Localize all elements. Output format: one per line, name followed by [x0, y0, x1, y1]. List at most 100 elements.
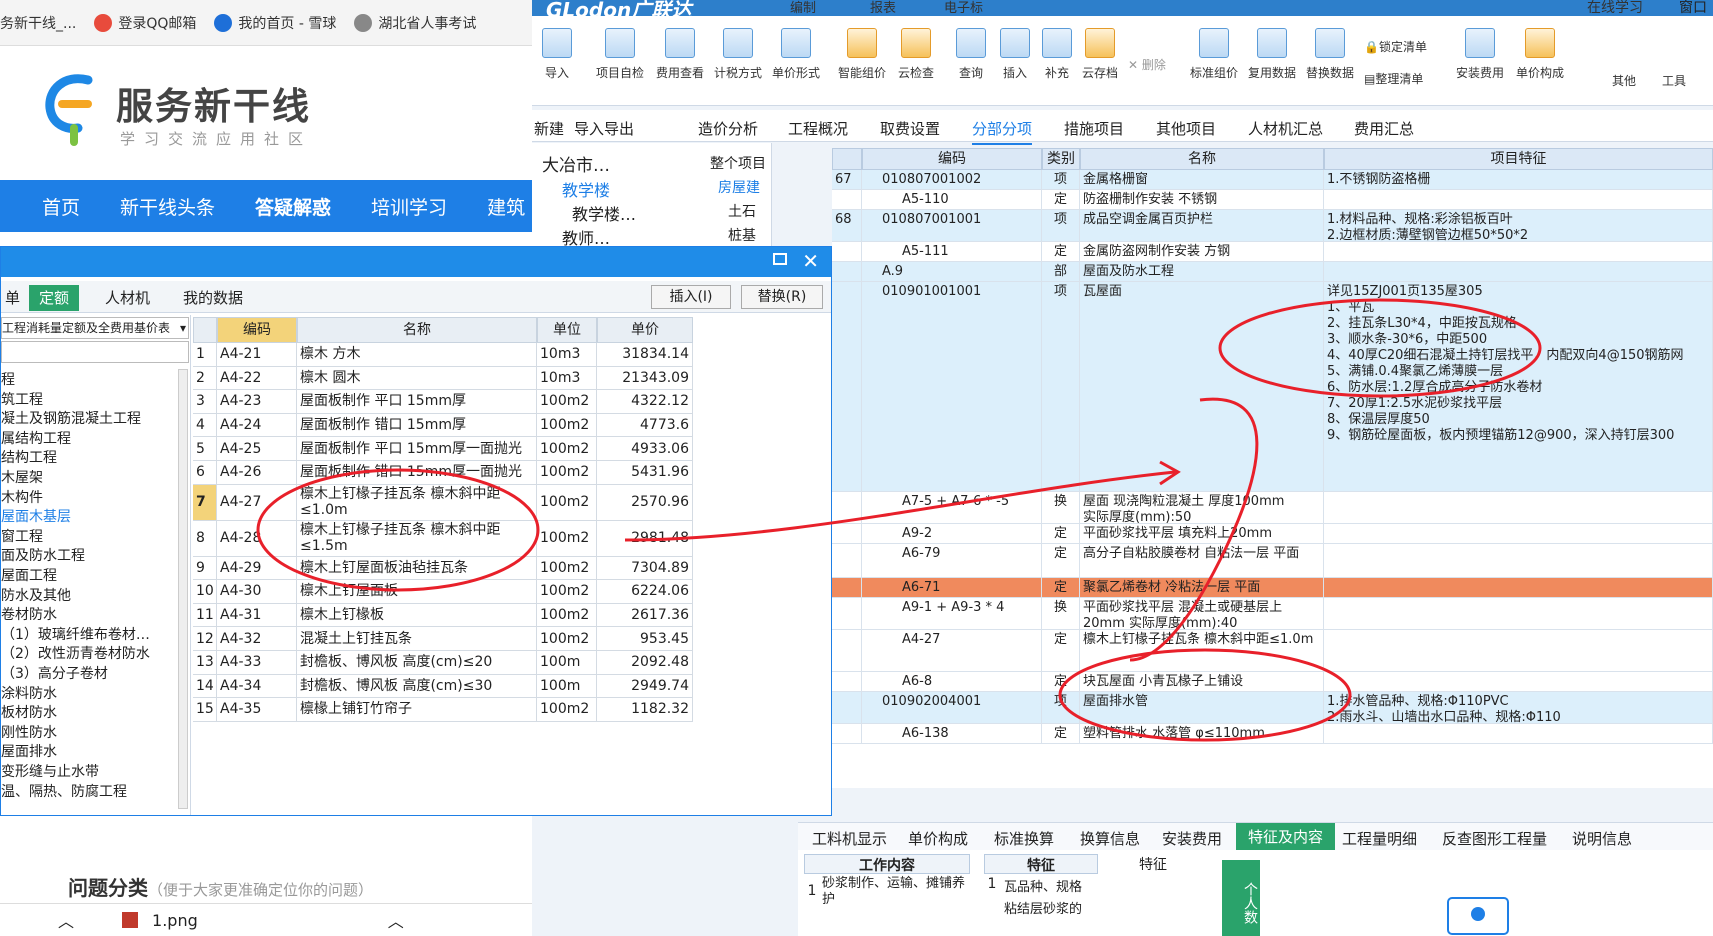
row-number[interactable]: 14: [193, 674, 217, 698]
chapter-item[interactable]: 屋面排水: [1, 741, 57, 761]
name-cell[interactable]: 封檐板、博风板 高度(cm)≤30: [297, 674, 537, 698]
table-row[interactable]: 13 A4-33 封檐板、博风板 高度(cm)≤20 100m 2092.48: [193, 651, 693, 675]
bookmark-xueqiu[interactable]: 我的首页 - 雪球: [214, 13, 336, 33]
type-cell[interactable]: 定: [1042, 724, 1080, 743]
name-cell[interactable]: 瓦屋面: [1080, 282, 1324, 491]
tree-node[interactable]: 房屋建: [718, 177, 760, 197]
table-row[interactable]: 4 A4-24 屋面板制作 错口 15mm厚 100m2 4773.6: [193, 413, 693, 438]
cloud-check-button[interactable]: 云检查: [898, 28, 934, 81]
row-number[interactable]: 6: [193, 461, 217, 484]
self-check-button[interactable]: 项目自检: [596, 28, 644, 81]
grid-row[interactable]: 010901001001 项瓦屋面 详见15ZJ001页135屋305 1、平瓦 2…: [832, 282, 1713, 492]
code-cell[interactable]: A6-71: [862, 578, 1042, 597]
grid-header-type[interactable]: 类别: [1042, 148, 1080, 170]
close-icon[interactable]: ✕: [802, 249, 819, 273]
code-cell[interactable]: A7-5 + A7-6 * -5: [862, 492, 1042, 523]
price-cell[interactable]: 2092.48: [597, 651, 693, 674]
feature-cell[interactable]: 1.不锈钢防盗格栅: [1324, 170, 1713, 189]
code-cell[interactable]: A4-27: [217, 484, 297, 520]
table-row[interactable]: 7 A4-27 檩木上钉椽子挂瓦条 檩木斜中距≤1.0m 100m2 2570.96: [193, 484, 693, 521]
feature-cell[interactable]: [1324, 598, 1713, 629]
tab-my-data[interactable]: 我的数据: [173, 285, 253, 311]
chapter-item[interactable]: 结构工程: [1, 447, 57, 467]
type-cell[interactable]: 定: [1042, 578, 1080, 597]
grid-header-name[interactable]: 名称: [1080, 148, 1324, 170]
price-cell[interactable]: 31834.14: [597, 343, 693, 366]
chapter-item[interactable]: 温、隔热、防腐工程: [1, 781, 127, 801]
tab-cost-analysis[interactable]: 造价分析: [698, 118, 758, 139]
table-row[interactable]: 5 A4-25 屋面板制作 平口 15mm厚一面抛光 100m2 4933.06: [193, 437, 693, 461]
row-number[interactable]: [832, 630, 862, 671]
price-cell[interactable]: 4322.12: [597, 390, 693, 413]
chapter-item[interactable]: 属结构工程: [1, 428, 71, 448]
row-number[interactable]: [832, 282, 862, 491]
feature-cell[interactable]: [1324, 262, 1713, 281]
row-number[interactable]: 12: [193, 627, 217, 650]
price-cell[interactable]: 2617.36: [597, 603, 693, 627]
type-cell[interactable]: 定: [1042, 630, 1080, 671]
code-cell[interactable]: A4-32: [217, 627, 297, 650]
import-export-menu[interactable]: 导入导出: [574, 118, 634, 139]
online-learning-link[interactable]: 在线学习: [1587, 0, 1643, 17]
tree-node[interactable]: 整个项目: [710, 153, 766, 173]
unit-cell[interactable]: 100m2: [537, 556, 597, 580]
feature-cell[interactable]: [1324, 544, 1713, 577]
quota-library-select[interactable]: 工程消耗量定额及全费用基价表 ▾: [1, 317, 189, 339]
nav-qa[interactable]: 答疑解惑: [235, 193, 351, 220]
chapter-item[interactable]: 涂料防水: [1, 683, 57, 703]
name-cell[interactable]: 檩木上钉椽子挂瓦条 檩木斜中距≤1.0m: [297, 484, 537, 520]
name-cell[interactable]: 檩木上钉椽板: [297, 603, 537, 627]
name-cell[interactable]: 屋面 现浇陶粒混凝土 厚度100mm 实际厚度(mm):50: [1080, 492, 1324, 523]
bookmark-0[interactable]: 务新干线_...: [0, 13, 76, 33]
grid-row[interactable]: A9-2 定平面砂浆找平层 填充料上20mm: [832, 524, 1713, 544]
row-number[interactable]: 7: [193, 484, 217, 520]
table-row[interactable]: 2 A4-22 檩木 圆木 10m3 21343.09: [193, 366, 693, 391]
row-number[interactable]: [832, 190, 862, 209]
other-button[interactable]: 其他: [1612, 72, 1636, 89]
type-cell[interactable]: 项: [1042, 692, 1080, 723]
row-number[interactable]: 11: [193, 603, 217, 627]
name-cell[interactable]: 檩木上钉椽子挂瓦条 檩木斜中距≤1.5m: [297, 520, 537, 556]
chapter-item[interactable]: 窗工程: [1, 526, 43, 546]
tab-fee-settings[interactable]: 取费设置: [880, 118, 940, 139]
code-cell[interactable]: A4-33: [217, 651, 297, 674]
price-cell[interactable]: 21343.09: [597, 366, 693, 390]
price-cell[interactable]: 2570.96: [597, 484, 693, 520]
chevron-up-icon[interactable]: ︿: [58, 908, 74, 932]
feature-cell[interactable]: [1324, 672, 1713, 691]
window-menu[interactable]: 窗口: [1679, 0, 1707, 17]
name-cell[interactable]: 檩木上钉屋面板油毡挂瓦条: [297, 556, 537, 580]
table-row[interactable]: 6 A4-26 屋面板制作 错口 15mm厚一面抛光 100m2 5431.96: [193, 461, 693, 485]
supplement-button[interactable]: 补充: [1042, 28, 1072, 81]
price-cell[interactable]: 2949.74: [597, 674, 693, 698]
name-cell[interactable]: 檩木 圆木: [297, 366, 537, 390]
row-number[interactable]: 1: [193, 343, 217, 366]
row-number[interactable]: 67: [832, 170, 862, 189]
price-cell[interactable]: 2981.48: [597, 520, 693, 556]
cost-view-button[interactable]: 费用查看: [656, 28, 704, 81]
grid-row[interactable]: A6-71 定聚氯乙烯卷材 冷粘法一层 平面: [832, 578, 1713, 598]
tree-node[interactable]: 桩基: [728, 225, 756, 245]
grid-row[interactable]: 010902004001 项屋面排水管 1.排水管品种、规格:Φ110PVC 2.雨…: [832, 692, 1713, 724]
name-cell[interactable]: 屋面板制作 错口 15mm厚一面抛光: [297, 461, 537, 484]
grid-header-feature[interactable]: 项目特征: [1324, 148, 1713, 170]
chapter-item[interactable]: 防水及其他: [1, 585, 71, 605]
unit-cell[interactable]: 100m2: [537, 461, 597, 484]
code-cell[interactable]: A4-34: [217, 674, 297, 698]
name-cell[interactable]: 成品空调金属百页护栏: [1080, 210, 1324, 241]
code-cell[interactable]: A4-29: [217, 556, 297, 580]
code-cell[interactable]: A4-31: [217, 603, 297, 627]
tab-conversion-info[interactable]: 换算信息: [1080, 828, 1140, 849]
grid-row[interactable]: A4-27 定檩木上钉椽子挂瓦条 檩木斜中距≤1.0m: [832, 630, 1713, 672]
unit-price-composition-button[interactable]: 单价构成: [1516, 28, 1564, 81]
feature-cell[interactable]: 1.排水管品种、规格:Φ110PVC 2.雨水斗、山墙出水口品种、规格:Φ110: [1324, 692, 1713, 723]
insert-button[interactable]: 插入(I): [651, 285, 731, 309]
unit-cell[interactable]: 100m: [537, 651, 597, 674]
grid-row[interactable]: 67 010807001002 项金属格栅窗 1.不锈钢防盗格栅: [832, 170, 1713, 190]
code-cell[interactable]: A6-138: [862, 724, 1042, 743]
row-number[interactable]: 8: [193, 520, 217, 556]
feature-cell[interactable]: 粘结层砂浆的: [1004, 898, 1100, 918]
tab-labor-display[interactable]: 工料机显示: [812, 828, 887, 849]
type-cell[interactable]: 项: [1042, 170, 1080, 189]
smart-price-button[interactable]: 智能组价: [838, 28, 886, 81]
